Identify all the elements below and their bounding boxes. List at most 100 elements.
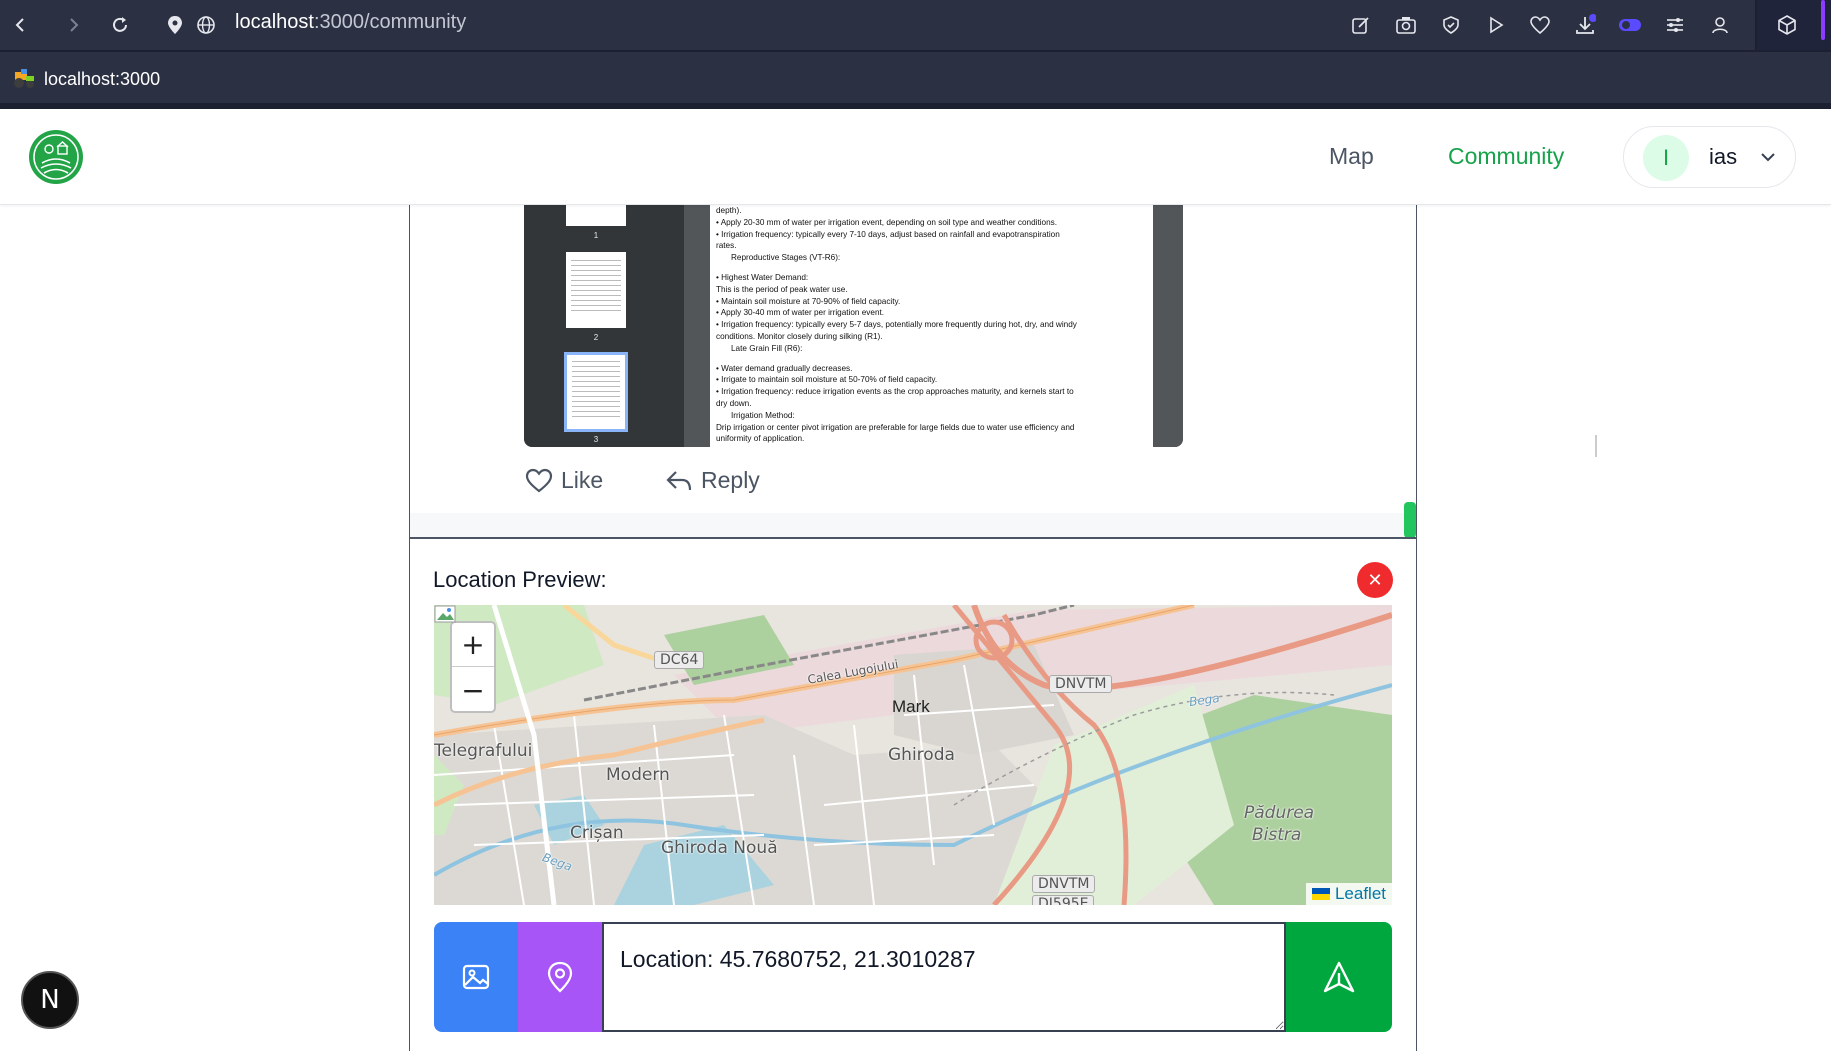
road-label-dc64: DC64 xyxy=(654,651,705,669)
map-label-telegrafului: Telegrafului xyxy=(434,741,533,761)
location-pin-icon[interactable] xyxy=(159,9,191,41)
app-header: Map Community I ias xyxy=(0,109,1831,205)
map-pin-icon xyxy=(547,961,573,993)
pdf-thumbnail-1[interactable] xyxy=(566,205,626,226)
pdf-thumbnail-number: 3 xyxy=(593,435,599,444)
marker-alt-text: Mark xyxy=(892,697,930,716)
pdf-thumbnail-2[interactable] xyxy=(566,252,626,328)
map-label-padurea: Pădurea xyxy=(1244,803,1315,823)
pdf-text-line: • Water demand gradually decreases. xyxy=(716,363,853,373)
pdf-text-line: Rainfall Monitoring: xyxy=(716,445,1147,447)
sidebar-accent xyxy=(1817,0,1831,50)
pdf-text-line: • Apply 30-40 mm of water per irrigation… xyxy=(716,308,885,318)
url-path: :3000/community xyxy=(313,11,467,33)
toggle-icon[interactable] xyxy=(1615,9,1645,41)
leaflet-attribution[interactable]: Leaflet xyxy=(1305,883,1392,905)
feed-scrollbar-thumb[interactable] xyxy=(1404,502,1416,538)
pdf-text-line xyxy=(716,264,1147,272)
road-label-dnvtm: DNVTM xyxy=(1032,875,1096,893)
map-label-modern: Modern xyxy=(606,765,670,785)
farm-logo-icon xyxy=(33,134,79,180)
pdf-text-line: • Irrigation frequency: typically every … xyxy=(716,320,1077,330)
browser-toolbar: localhost:3000/community xyxy=(0,0,1831,50)
nav-community-link[interactable]: Community xyxy=(1448,143,1564,170)
user-name: ias xyxy=(1709,144,1738,169)
composer-divider xyxy=(410,537,1416,539)
pdf-thumbnail-number: 2 xyxy=(593,333,599,342)
cube-button[interactable] xyxy=(1757,0,1817,50)
community-feed-panel: 1 2 3 depth). • Apply 20-30 mm of water p… xyxy=(409,205,1597,1051)
message-composer: Location: 45.7680752, 21.3010287 xyxy=(434,922,1392,1032)
app-logo[interactable] xyxy=(29,130,83,184)
road-label-di595e: DI595E xyxy=(1032,895,1095,905)
pdf-text-line: Reproductive Stages (VT-R6): xyxy=(731,253,841,263)
user-menu-button[interactable]: I ias xyxy=(1623,126,1796,188)
pdf-text-line: • Irrigation frequency: reduce irrigatio… xyxy=(716,387,1074,397)
profile-icon[interactable] xyxy=(1705,9,1735,41)
pdf-text-line: rates. xyxy=(716,241,737,251)
pdf-text-line: Drip irrigation or center pivot irrigati… xyxy=(716,422,1075,432)
sliders-icon[interactable] xyxy=(1660,9,1690,41)
ukraine-flag-icon xyxy=(1311,888,1330,900)
reply-label: Reply xyxy=(701,467,760,493)
broken-image-marker-icon[interactable] xyxy=(434,605,456,623)
heart-icon xyxy=(525,468,553,492)
heart-icon[interactable] xyxy=(1525,9,1555,41)
pdf-thumbnail-sidebar: 1 2 3 xyxy=(524,205,676,447)
pdf-text-line: • Irrigation frequency: typically every … xyxy=(716,229,1060,239)
camera-icon[interactable] xyxy=(1391,9,1421,41)
globe-icon xyxy=(190,9,222,41)
pdf-text-line: conditions. Monitor closely during silki… xyxy=(716,331,883,341)
pdf-thumbnail-3[interactable] xyxy=(564,352,628,432)
location-preview-title: Location Preview: xyxy=(433,567,607,592)
post-card: 1 2 3 depth). • Apply 20-30 mm of water p… xyxy=(410,205,1597,538)
pdf-text-line: Late Grain Fill (R6): xyxy=(731,343,803,353)
reply-button[interactable]: Reply xyxy=(665,467,760,494)
reload-icon[interactable] xyxy=(104,9,136,41)
pdf-scrollbar[interactable] xyxy=(1595,435,1597,457)
reply-icon xyxy=(666,470,692,490)
play-icon[interactable] xyxy=(1481,9,1511,41)
nextjs-dev-badge[interactable]: N xyxy=(21,971,79,1029)
map-zoom-control: + − xyxy=(450,621,496,713)
pdf-sidebar-gap xyxy=(676,205,684,447)
pdf-margin xyxy=(684,205,710,447)
map-label-ghiroda-noua: Ghiroda Nouă xyxy=(661,838,778,858)
zoom-out-button[interactable]: − xyxy=(452,668,494,711)
pdf-text-line xyxy=(716,355,1147,363)
send-button[interactable] xyxy=(1286,922,1392,1032)
leaflet-link[interactable]: Leaflet xyxy=(1335,884,1386,904)
attach-image-button[interactable] xyxy=(434,922,518,1032)
pdf-page: depth). • Apply 20-30 mm of water per irr… xyxy=(710,205,1153,447)
send-icon xyxy=(1323,961,1355,993)
shield-icon[interactable] xyxy=(1436,9,1466,41)
close-icon: ✕ xyxy=(1367,569,1383,590)
map-label-bistra: Bistra xyxy=(1252,825,1302,845)
post-footer-strip xyxy=(410,513,1416,537)
forward-icon[interactable] xyxy=(58,9,90,41)
location-map[interactable]: + − DC64 DNVTM DNVTM DI595E Calea Lugoju… xyxy=(434,605,1392,905)
pdf-text-line: depth). xyxy=(716,206,742,215)
tab-title[interactable]: localhost:3000 xyxy=(44,69,160,90)
tab-strip: localhost:3000 xyxy=(0,50,1831,105)
road-label-dnvtm: DNVTM xyxy=(1049,675,1113,693)
download-icon[interactable] xyxy=(1570,9,1600,41)
pdf-text-line: uniformity of application. xyxy=(716,434,805,444)
pdf-viewer[interactable]: 1 2 3 depth). • Apply 20-30 mm of water p… xyxy=(524,205,1183,447)
attach-location-button[interactable] xyxy=(518,922,602,1032)
pdf-text-line: • Irrigate to maintain soil moisture at … xyxy=(716,375,938,385)
edit-icon[interactable] xyxy=(1346,9,1376,41)
pdf-text-line: dry down. xyxy=(716,398,752,408)
like-label: Like xyxy=(561,467,604,493)
zoom-in-button[interactable]: + xyxy=(452,623,494,667)
back-icon[interactable] xyxy=(4,9,36,41)
like-button[interactable]: Like xyxy=(525,467,603,494)
avatar: I xyxy=(1643,135,1689,181)
map-label-ghiroda: Ghiroda xyxy=(888,745,955,765)
close-location-preview-button[interactable]: ✕ xyxy=(1357,562,1393,598)
pdf-text-line: • Maintain soil moisture at 70-90% of fi… xyxy=(716,296,901,306)
message-input[interactable]: Location: 45.7680752, 21.3010287 xyxy=(602,922,1286,1032)
address-bar[interactable]: localhost:3000/community xyxy=(235,11,466,34)
tractor-favicon-icon xyxy=(14,69,34,88)
nav-map-link[interactable]: Map xyxy=(1329,143,1374,170)
